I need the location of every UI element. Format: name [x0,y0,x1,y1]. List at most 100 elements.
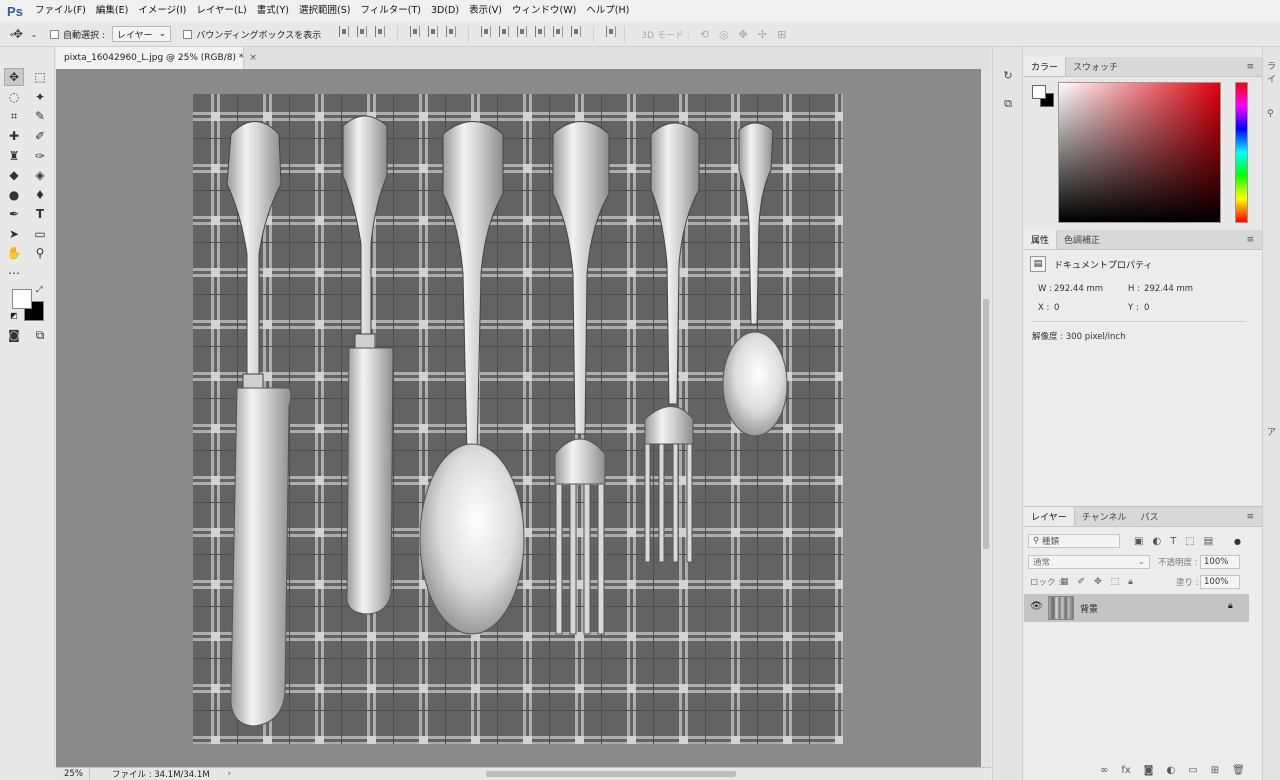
tab-swatches[interactable]: スウォッチ [1066,57,1125,76]
scrollbar-thumb[interactable] [983,299,989,549]
menu-select[interactable]: 選択範囲(S) [294,0,355,22]
lock-transparent-icon[interactable]: ▦ [1060,577,1069,587]
shape-filter-icon[interactable]: ⬚ [1185,536,1194,547]
dodge-tool-icon[interactable]: ♦ [30,186,50,204]
clone-stamp-tool-icon[interactable]: ♜ [4,147,24,165]
marquee-tool-icon[interactable]: ⬚ [30,68,50,86]
menu-window[interactable]: ウィンドウ(W) [507,0,581,22]
smart-object-filter-icon[interactable]: ▤ [1204,536,1213,547]
link-layers-icon[interactable]: ∞ [1100,765,1108,776]
auto-select-dropdown[interactable]: レイヤー ⌄ [111,26,172,42]
eye-icon[interactable]: 👁︎ [1030,601,1043,612]
crop-tool-icon[interactable]: ⌗ [4,107,24,125]
hand-tool-icon[interactable]: ✋ [4,244,24,262]
history-panel-icon[interactable]: ↻ [1000,67,1016,83]
menu-file[interactable]: ファイル(F) [30,0,91,22]
photoshop-logo[interactable]: Ps [0,0,30,22]
align-vcenter-icon[interactable] [357,26,368,37]
adjustment-filter-icon[interactable]: ◐ [1152,536,1161,547]
rectangle-tool-icon[interactable]: ▭ [30,225,50,243]
distribute-bottom-icon[interactable] [517,26,528,37]
tab-paths[interactable]: パス [1133,507,1165,526]
zoom-level[interactable]: 25% [56,769,90,779]
fill-field[interactable]: 100% [1200,575,1240,589]
tab-channels[interactable]: チャンネル [1075,507,1134,526]
filter-toggle-icon[interactable]: ● [1234,537,1241,546]
pixel-filter-icon[interactable]: ▣ [1134,536,1143,547]
layer-style-icon[interactable]: fx [1121,765,1130,776]
layer-row-background[interactable]: 👁︎ 背景 🔒︎ [1024,594,1249,622]
foreground-swatch-small[interactable] [1032,85,1046,99]
hue-slider[interactable] [1235,82,1248,223]
type-tool-icon[interactable]: T [30,205,50,223]
lock-image-icon[interactable]: ✐ [1078,577,1086,587]
align-top-icon[interactable] [339,26,350,37]
delete-layer-icon[interactable]: 🗑︎ [1232,765,1245,776]
color-picker-field[interactable] [1058,82,1221,223]
eraser-tool-icon[interactable]: ◆ [4,166,24,184]
add-mask-icon[interactable]: ◙ [1144,765,1154,776]
lock-all-icon[interactable]: 🔒︎ [1128,577,1133,587]
panel-menu-icon[interactable]: ≡ [1246,512,1254,522]
document-tab[interactable]: pixta_16042960_L.jpg @ 25% (RGB/8) * × [56,47,257,69]
quick-mask-icon[interactable]: ◙ [4,326,24,344]
chevron-right-icon[interactable]: › [228,769,231,779]
3d-slide-icon[interactable]: ✢ [758,28,767,41]
more-tools-icon[interactable]: ⋯ [4,264,24,282]
brush-tool-icon[interactable]: ✐ [30,127,50,145]
3d-pan-icon[interactable]: ✥ [739,28,748,41]
foreground-color-swatch-front[interactable] [12,289,32,309]
collapse-toolbar-icon[interactable]: « [2,25,22,43]
opacity-field[interactable]: 100% [1200,555,1240,569]
close-icon[interactable]: × [249,53,257,63]
height-value[interactable]: 292.44 mm [1144,284,1193,294]
path-selection-tool-icon[interactable]: ➤ [4,225,24,243]
menu-filter[interactable]: フィルター(T) [355,0,426,22]
lock-artboard-icon[interactable]: ⬚ [1111,577,1120,587]
color-panel-fg-bg[interactable] [1032,85,1056,109]
menu-layer[interactable]: レイヤー(L) [191,0,251,22]
layer-kind-filter[interactable]: ⚲ 種類 [1028,534,1120,548]
vertical-scrollbar[interactable] [981,69,991,767]
menu-help[interactable]: ヘルプ(H) [581,0,634,22]
3d-scale-icon[interactable]: ⊞ [777,28,786,41]
align-left-icon[interactable] [410,26,421,37]
width-value[interactable]: 292.44 mm [1054,284,1103,294]
3d-roll-icon[interactable]: ◎ [719,28,729,41]
eyedropper-tool-icon[interactable]: ✎ [30,107,50,125]
horizontal-scrollbar-thumb[interactable] [486,771,736,777]
show-bounding-box-checkbox[interactable] [183,29,193,39]
screen-mode-icon[interactable]: ⧉ [30,326,50,344]
properties-panel-icon[interactable]: ⧉ [1000,96,1016,112]
move-tool-icon[interactable]: ✥ [4,68,24,86]
default-colors-icon[interactable]: ◩ [10,311,18,320]
blend-mode-dropdown[interactable]: 通常 ⌄ [1028,555,1150,569]
swap-colors-icon[interactable]: ⤢ [36,285,42,295]
type-filter-icon[interactable]: T [1170,536,1176,547]
history-brush-tool-icon[interactable]: ✑ [30,147,50,165]
search-icon[interactable]: ⚲ [1267,109,1274,119]
menu-3d[interactable]: 3D(D) [426,0,464,22]
properties-scrollbar[interactable] [1250,252,1258,500]
distribute-top-icon[interactable] [481,26,492,37]
paint-bucket-tool-icon[interactable]: ◈ [30,166,50,184]
distribute-left-icon[interactable] [535,26,546,37]
3d-orbit-icon[interactable]: ⟲ [700,28,709,41]
menu-edit[interactable]: 編集(E) [91,0,133,22]
tab-adjustments[interactable]: 色調補正 [1057,230,1107,249]
blur-tool-icon[interactable]: ● [4,186,24,204]
magic-wand-tool-icon[interactable]: ✦ [30,88,50,106]
auto-select-checkbox[interactable] [50,29,59,39]
menu-image[interactable]: イメージ(I) [133,0,191,22]
lock-position-icon[interactable]: ✥ [1094,577,1102,587]
x-value[interactable]: 0 [1054,303,1059,313]
tab-properties[interactable]: 属性 [1024,230,1058,249]
healing-brush-tool-icon[interactable]: ✚ [4,127,24,145]
document-image[interactable] [193,94,843,744]
new-layer-icon[interactable]: ⊞ [1211,765,1219,776]
distribute-vcenter-icon[interactable] [499,26,510,37]
new-group-icon[interactable]: ▭ [1188,765,1197,776]
tab-color[interactable]: カラー [1024,57,1067,76]
align-right-icon[interactable] [446,26,457,37]
lasso-tool-icon[interactable]: ◌ [4,88,24,106]
